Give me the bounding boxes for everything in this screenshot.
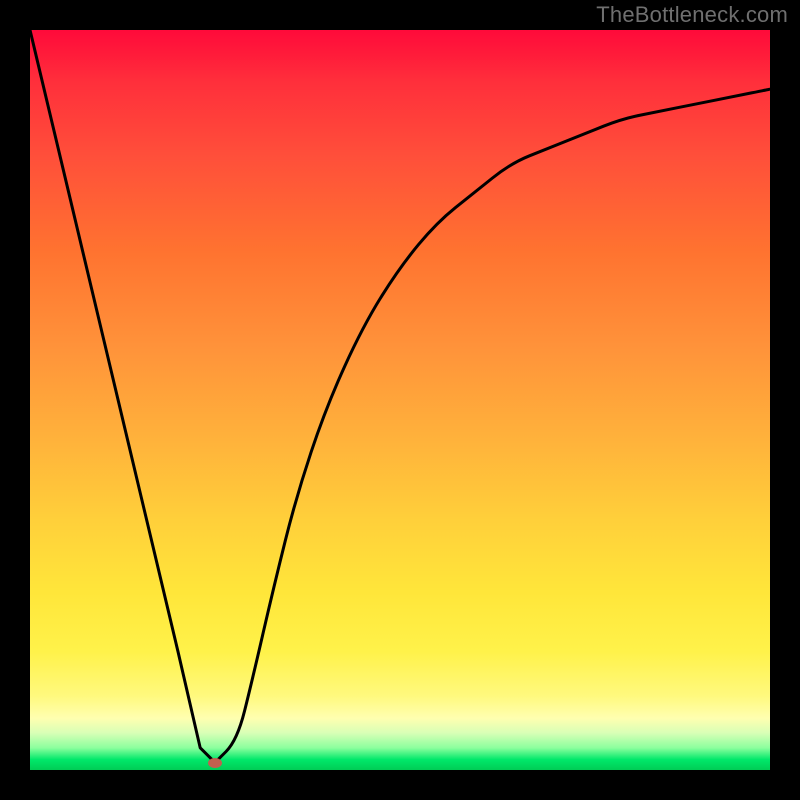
optimal-point-marker (208, 758, 222, 768)
curve-svg (30, 30, 770, 770)
chart-frame: TheBottleneck.com (0, 0, 800, 800)
plot-area (30, 30, 770, 770)
bottleneck-curve (30, 30, 770, 763)
watermark-text: TheBottleneck.com (596, 2, 788, 28)
